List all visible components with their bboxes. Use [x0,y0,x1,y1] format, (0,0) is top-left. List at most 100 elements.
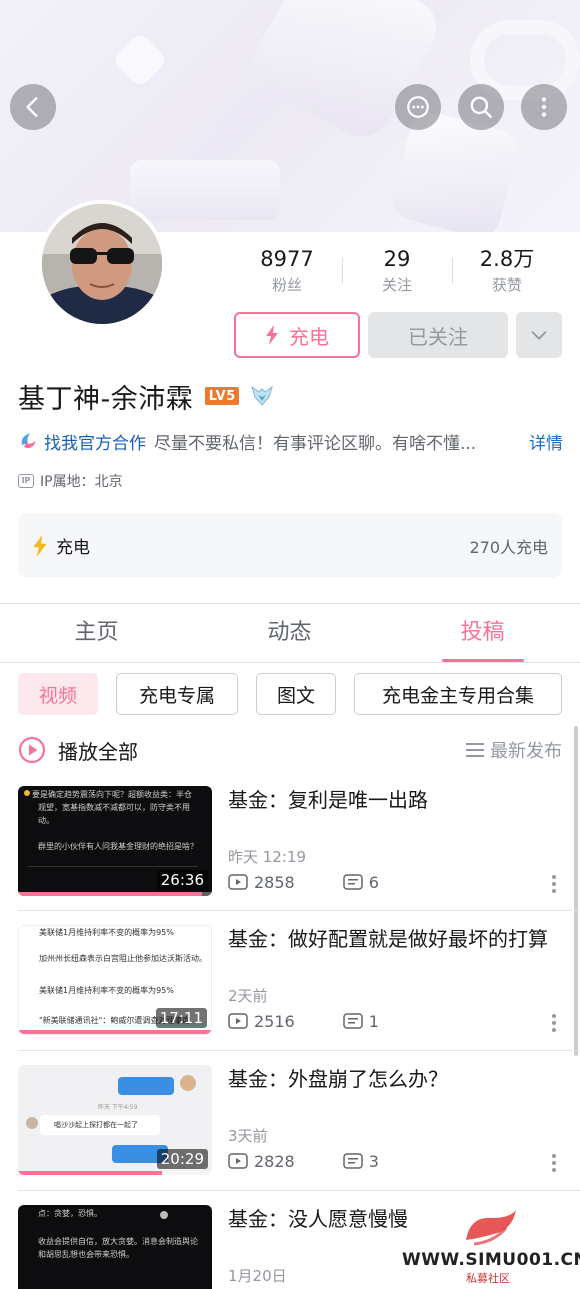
comment-count-icon [342,1013,363,1029]
fox-badge-icon[interactable] [249,383,275,409]
avatar-image [42,204,162,324]
thumb-text: 昨天 下午4:59 [98,1104,138,1111]
ip-location: IP IP属地：北京 [18,470,123,492]
divider [18,1050,580,1051]
bio-detail-link[interactable]: 详情 [529,429,563,454]
charge-count: 270人充电 [469,537,548,557]
chat-avatar [26,1117,38,1129]
play-count-icon [228,1013,248,1029]
thumb-text: 唱沙沙起上探打都在一起了 [54,1121,138,1129]
watch-progress [18,892,212,896]
video-meta: 2516 1 [228,1011,379,1031]
ip-icon: IP [18,474,34,488]
sort-label: 最新发布 [490,741,562,762]
video-title[interactable]: 基金：外盘崩了怎么办？ [228,1065,558,1093]
tab-submissions[interactable]: 投稿 [386,604,579,662]
stat-fans[interactable]: 8977 粉丝 [232,244,342,300]
expand-button[interactable] [516,312,562,358]
video-meta: 2858 6 [228,872,379,892]
charge-card[interactable]: 充电 270人充电 [18,513,562,578]
video-meta: 2828 3 [228,1151,379,1171]
video-title[interactable]: 基金：做好配置就是做好最坏的打算 [228,925,558,953]
tab-home[interactable]: 主页 [0,604,193,662]
followed-button[interactable]: 已关注 [368,312,508,358]
content-filter-chips: 视频 充电专属 图文 充电金主专用合集 [18,673,562,715]
watermark-text: WWW.SIMU001.CN [402,1250,580,1270]
play-count: 2828 [254,1151,295,1171]
comment-count-icon [342,1153,363,1169]
banner-decor [111,31,169,89]
thumb-text: 收益会提供自信，放大贪婪。消息会制造舆论 [38,1237,198,1246]
ip-label: IP属地：北京 [40,474,123,490]
thumb-text: 点：贪婪，恐惧。 [38,1209,102,1218]
thumb-text: 群里的小伙伴有人问我基金理财的绝招是啥？ [38,842,198,851]
watch-progress-fill [18,892,203,896]
more-button[interactable] [521,84,567,130]
more-vertical-icon [541,97,547,117]
profile-tabs: 主页 动态 投稿 [0,604,580,662]
avatar[interactable] [38,200,166,328]
search-button[interactable] [458,84,504,130]
video-time: 1月20日 [228,1267,287,1285]
watch-progress [18,1171,212,1175]
stat-label: 获赞 [491,276,522,294]
thumb-text: 美联储1月维持利率不变的概率为95% [39,928,174,937]
play-circle-icon[interactable] [18,736,46,764]
chip-image-text[interactable]: 图文 [256,673,336,715]
video-time: 2天前 [228,987,268,1005]
lightning-icon [33,534,47,557]
video-thumbnail[interactable]: 点：贪婪，恐惧。 收益会提供自信，放大贪婪。消息会制造舆论 和胡思乱想也会带来恐… [18,1205,212,1289]
divider [18,1190,580,1191]
video-item[interactable]: 昨天 下午4:59 唱沙沙起上探打都在一起了 20:29 基金：外盘崩了怎么办？… [18,1065,563,1175]
banner-decor [130,160,280,220]
charge-card-label: 充电 [56,538,90,558]
video-thumbnail[interactable]: 要是确定趋势震荡向下呢？超额收益类：半仓 观望，宽基指数减不减都可以，防守类不用… [18,786,212,896]
chat-bubble-icon [407,96,429,118]
search-icon [470,96,492,118]
stat-value: 8977 [260,247,314,271]
thumb-dot [160,1211,168,1219]
more-vertical-icon[interactable] [551,1013,557,1033]
chip-video[interactable]: 视频 [18,673,98,715]
divider [0,662,580,663]
back-button[interactable] [10,84,56,130]
chip-charge-exclusive[interactable]: 充电专属 [116,673,238,715]
video-time: 昨天 12:19 [228,848,306,866]
video-item[interactable]: 美联储1月维持利率不变的概率为95% 加州州长纽森表示白宫阻止他参加达沃斯活动。… [18,925,563,1035]
video-thumbnail[interactable]: 昨天 下午4:59 唱沙沙起上探打都在一起了 20:29 [18,1065,212,1175]
official-cooperation-link[interactable]: 找我官方合作 [44,429,146,454]
watermark-logo-icon [466,1210,516,1246]
more-vertical-icon[interactable] [551,874,557,894]
thumb-text: 美联储1月维持利率不变的概率为95% [39,986,174,995]
video-item[interactable]: 要是确定趋势震荡向下呢？超额收益类：半仓 观望，宽基指数减不减都可以，防守类不用… [18,786,563,896]
play-count-icon [228,874,248,890]
profile-stats: 8977 粉丝 29 关注 2.8万 获赞 [232,244,562,300]
lightning-icon [266,325,278,345]
video-thumbnail[interactable]: 美联储1月维持利率不变的概率为95% 加州州长纽森表示白宫阻止他参加达沃斯活动。… [18,925,212,1035]
voice-bubble [118,1077,174,1095]
chevron-down-icon [531,331,547,340]
video-duration: 17:11 [155,1008,207,1028]
tab-dynamic[interactable]: 动态 [193,604,386,662]
video-time: 3天前 [228,1127,268,1145]
bio-row: 找我官方合作 尽量不要私信！有事评论区聊。有啥不懂... 详情 [18,428,563,454]
watermark-subtext: 私募社区 [466,1272,510,1285]
stat-value: 2.8万 [479,247,535,271]
thumb-text: 和胡思乱想也会带来恐惧。 [38,1250,134,1259]
chat-avatar [180,1075,196,1091]
stat-likes[interactable]: 2.8万 获赞 [452,244,562,300]
charge-button[interactable]: 充电 [234,312,360,358]
play-all-button[interactable]: 播放全部 [58,736,138,765]
comment-count-icon [342,874,363,890]
thumb-text: 动。 [38,816,54,825]
level-badge: LV5 [205,387,240,405]
scrollbar[interactable] [574,726,578,1056]
sort-button[interactable]: 最新发布 [466,737,562,763]
stat-label: 粉丝 [271,276,302,294]
back-arrow-icon [26,97,38,117]
stat-following[interactable]: 29 关注 [342,244,452,300]
video-title[interactable]: 基金：复利是唯一出路 [228,786,558,814]
more-vertical-icon[interactable] [551,1153,557,1173]
chip-charge-collection[interactable]: 充电金主专用合集 [354,673,562,715]
message-button[interactable] [395,84,441,130]
